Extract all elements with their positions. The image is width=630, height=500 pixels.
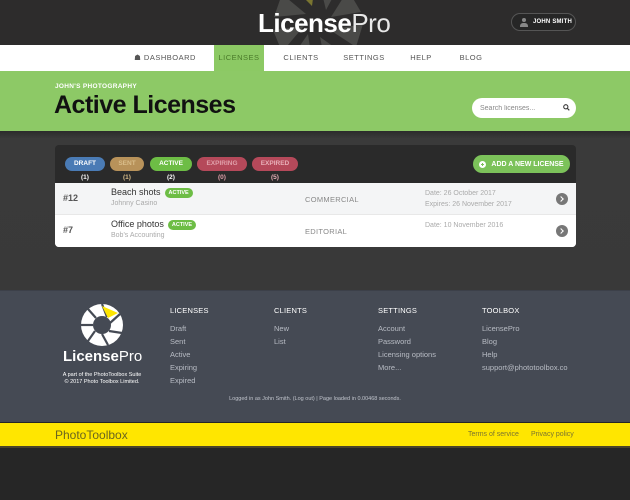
plus-circle-icon xyxy=(479,160,487,168)
footer-brand: LicensePro xyxy=(63,348,143,365)
license-client: Johnny Casino xyxy=(111,200,158,207)
top-header: LicensePro JOHN SMITH xyxy=(0,0,630,45)
footer-link-licensepro[interactable]: LicensePro xyxy=(482,322,568,335)
chevron-right-circle-icon[interactable] xyxy=(556,225,568,237)
search-input[interactable] xyxy=(480,102,560,114)
license-title[interactable]: Office photos ACTIVE xyxy=(111,219,197,230)
filter-expired[interactable]: EXPIRED (5) xyxy=(252,157,298,181)
footer-link-expiring[interactable]: Expiring xyxy=(170,361,209,374)
footer-column-licenses: LICENSES Draft Sent Active Expiring Expi… xyxy=(170,306,209,387)
footer-link-password[interactable]: Password xyxy=(378,335,436,348)
footer-column-settings: SETTINGS Account Password Licensing opti… xyxy=(378,306,436,374)
filter-active[interactable]: ACTIVE (2) xyxy=(150,157,192,181)
aperture-logo-icon xyxy=(81,303,123,346)
nav-settings[interactable]: SETTINGS xyxy=(340,45,388,71)
footer-heading: LICENSES xyxy=(170,306,209,315)
footer-heading: SETTINGS xyxy=(378,306,418,315)
footer-link-help[interactable]: Help xyxy=(482,348,568,361)
license-number: #7 xyxy=(63,225,74,235)
footer-column-clients: CLIENTS New List xyxy=(274,306,307,348)
filter-sent[interactable]: SENT (1) xyxy=(110,157,144,181)
chevron-right-circle-icon[interactable] xyxy=(556,193,568,205)
footer-link-new[interactable]: New xyxy=(274,322,307,335)
footer-link-licensing-options[interactable]: Licensing options xyxy=(378,348,436,361)
footer-column-toolbox: TOOLBOX LicensePro Blog Help support@pho… xyxy=(482,306,568,374)
license-row[interactable]: #7 Office photos ACTIVE Bob's Accounting … xyxy=(55,215,576,247)
footer-link-draft[interactable]: Draft xyxy=(170,322,209,335)
privacy-link[interactable]: Privacy policy xyxy=(531,431,574,438)
nav-licenses[interactable]: LICENSES xyxy=(214,45,264,71)
brand-logo[interactable]: LicensePro xyxy=(258,8,391,39)
breadcrumb[interactable]: JOHN'S PHOTOGRAPHY xyxy=(55,83,137,90)
license-number: #12 xyxy=(63,193,79,203)
footer-link-blog[interactable]: Blog xyxy=(482,335,568,348)
footer-link-support-email[interactable]: support@phototoolbox.co xyxy=(482,361,568,374)
footer-link-list[interactable]: List xyxy=(274,335,307,348)
footer-link-account[interactable]: Account xyxy=(378,322,436,335)
search-box xyxy=(472,98,576,118)
license-dates: Date: 10 November 2016 xyxy=(425,222,504,229)
footer-link-sent[interactable]: Sent xyxy=(170,335,209,348)
filter-draft[interactable]: DRAFT (1) xyxy=(65,157,105,181)
terms-link[interactable]: Terms of service xyxy=(468,431,519,438)
footer-link-more[interactable]: More... xyxy=(378,361,436,374)
session-status: Logged in as John Smith. (Log out) | Pag… xyxy=(229,396,401,402)
status-badge: ACTIVE xyxy=(164,188,193,198)
status-badge: ACTIVE xyxy=(167,220,197,230)
phototoolbox-brand[interactable]: PhotoToolbox xyxy=(55,428,128,442)
footer-link-active[interactable]: Active xyxy=(170,348,209,361)
nav-dashboard[interactable]: ☗ DASHBOARD xyxy=(130,45,200,71)
license-title[interactable]: Beach shots ACTIVE xyxy=(111,187,193,198)
filter-expiring[interactable]: EXPIRING (0) xyxy=(197,157,247,181)
main-content: DRAFT (1) SENT (1) ACTIVE (2) EXPIRING (… xyxy=(0,131,630,290)
license-type: EDITORIAL xyxy=(305,227,348,236)
user-icon xyxy=(520,17,528,27)
license-type: COMMERCIAL xyxy=(305,195,359,204)
licenses-list: #12 Beach shots ACTIVE Johnny Casino COMM… xyxy=(55,183,576,247)
footer-heading: CLIENTS xyxy=(274,306,308,315)
site-footer: LicensePro A part of the PhotoToolbox Su… xyxy=(0,290,630,422)
license-dates: Date: 26 October 2017 Expires: 26 Novembe… xyxy=(425,190,512,208)
footer-suite-text: A part of the PhotoToolbox Suite © 2017 P… xyxy=(62,372,142,385)
main-nav: ☗ DASHBOARD LICENSES CLIENTS SETTINGS HE… xyxy=(0,45,630,71)
add-license-button[interactable]: ADD A NEW LICENSE xyxy=(473,155,570,173)
search-icon[interactable] xyxy=(563,104,570,111)
nav-help[interactable]: HELP xyxy=(404,45,438,71)
home-icon: ☗ xyxy=(134,53,142,62)
bottom-bar: PhotoToolbox Terms of service Privacy po… xyxy=(0,423,630,448)
license-client: Bob's Accounting xyxy=(111,232,165,239)
footer-link-expired[interactable]: Expired xyxy=(170,374,209,387)
user-name: JOHN SMITH xyxy=(533,19,573,25)
page-title: Active Licenses xyxy=(54,91,236,119)
nav-clients[interactable]: CLIENTS xyxy=(278,45,324,71)
licenses-toolbar: DRAFT (1) SENT (1) ACTIVE (2) EXPIRING (… xyxy=(55,145,576,183)
license-row[interactable]: #12 Beach shots ACTIVE Johnny Casino COMM… xyxy=(55,183,576,215)
page-hero: JOHN'S PHOTOGRAPHY Active Licenses xyxy=(0,71,630,131)
user-menu-button[interactable]: JOHN SMITH xyxy=(511,13,576,31)
nav-blog[interactable]: BLOG xyxy=(454,45,488,71)
footer-heading: TOOLBOX xyxy=(482,306,520,315)
